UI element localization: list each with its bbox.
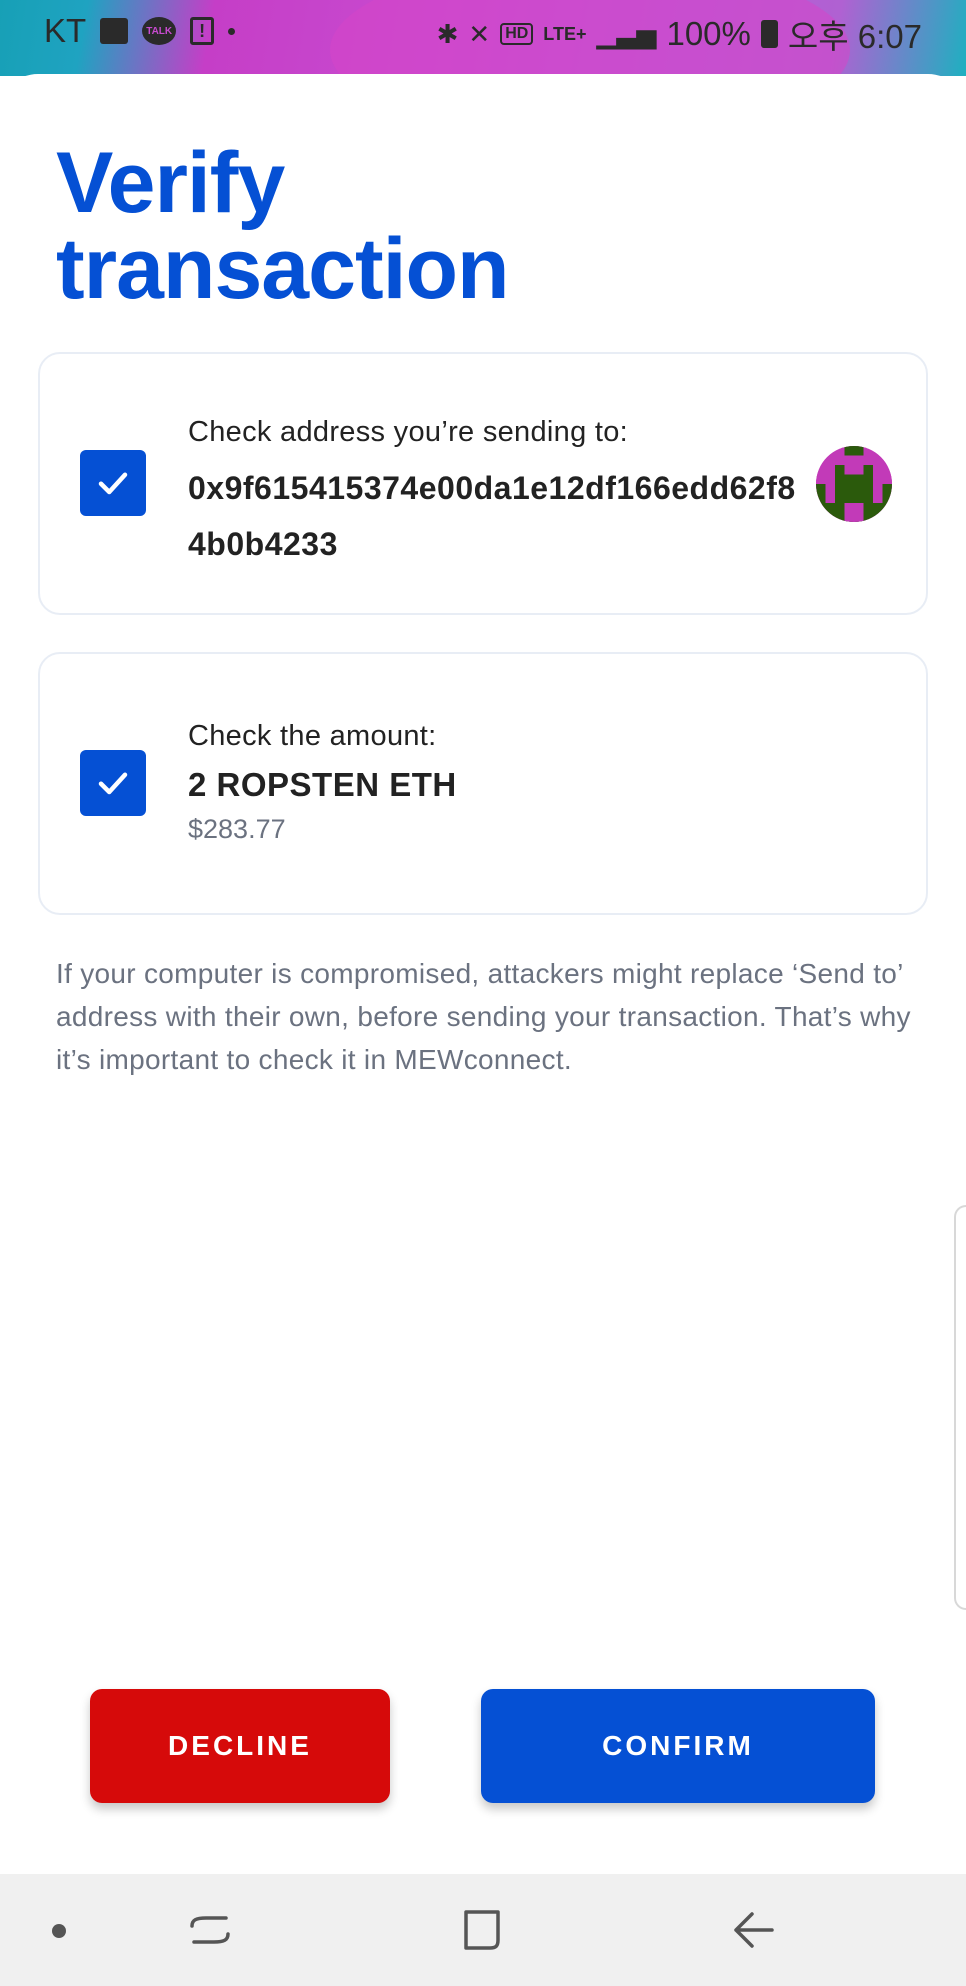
alert-mark: ! — [199, 20, 206, 41]
amount-card: Check the amount: 2 ROPSTEN ETH $283.77 — [38, 652, 928, 915]
identicon-icon — [816, 446, 892, 522]
amount-fiat-value: $283.77 — [188, 814, 286, 844]
amount-checkbox[interactable] — [80, 750, 146, 816]
check-icon — [98, 472, 128, 495]
talk-label: TALK — [146, 25, 173, 37]
battery-icon — [760, 20, 778, 48]
hd-voice-icon: HD — [500, 23, 534, 45]
page-title: Verify transaction — [56, 135, 510, 317]
address-card: Check address you’re sending to: 0x9f615… — [38, 352, 928, 615]
alert-notification-icon: ! — [190, 17, 215, 45]
address-identicon — [816, 446, 892, 522]
system-navigation-bar — [0, 1874, 966, 1986]
mute-icon: ✕ — [468, 18, 491, 49]
security-warning: If your computer is compromised, attacke… — [56, 958, 911, 1075]
clock: 오후 6:07 — [787, 18, 922, 55]
lte-icon: LTE+ — [543, 23, 587, 44]
kakaotalk-notification-icon: TALK — [142, 17, 177, 45]
battery-percent: 100% — [666, 15, 751, 52]
decline-button[interactable]: DECLINE — [90, 1689, 390, 1803]
confirm-button[interactable]: CONFIRM — [481, 1689, 875, 1803]
amount-label: Check the amount: — [188, 720, 437, 752]
recent-apps-icon[interactable] — [184, 1904, 236, 1956]
check-icon — [98, 772, 128, 795]
gallery-notification-icon — [100, 18, 129, 44]
amount-value: 2 ROPSTEN ETH — [188, 766, 457, 803]
recipient-address: 0x9f615415374e00da1e12df166edd62f84b0b42… — [188, 470, 796, 562]
status-bar: KT TALK ! ✱ ✕ HD LTE+ ▁▃▅ 100% 오후 6:07 — [0, 0, 966, 140]
back-icon[interactable] — [728, 1904, 780, 1956]
address-label: Check address you’re sending to: — [188, 416, 629, 448]
nav-pin-dot-icon[interactable] — [52, 1924, 66, 1938]
home-icon[interactable] — [456, 1904, 508, 1956]
address-checkbox[interactable] — [80, 450, 146, 516]
more-notifications-icon — [228, 27, 236, 35]
carrier-label: KT — [44, 12, 87, 49]
signal-icon: ▁▃▅ — [596, 18, 657, 49]
bluetooth-icon: ✱ — [436, 18, 459, 49]
edge-panel-handle[interactable] — [954, 1205, 966, 1610]
